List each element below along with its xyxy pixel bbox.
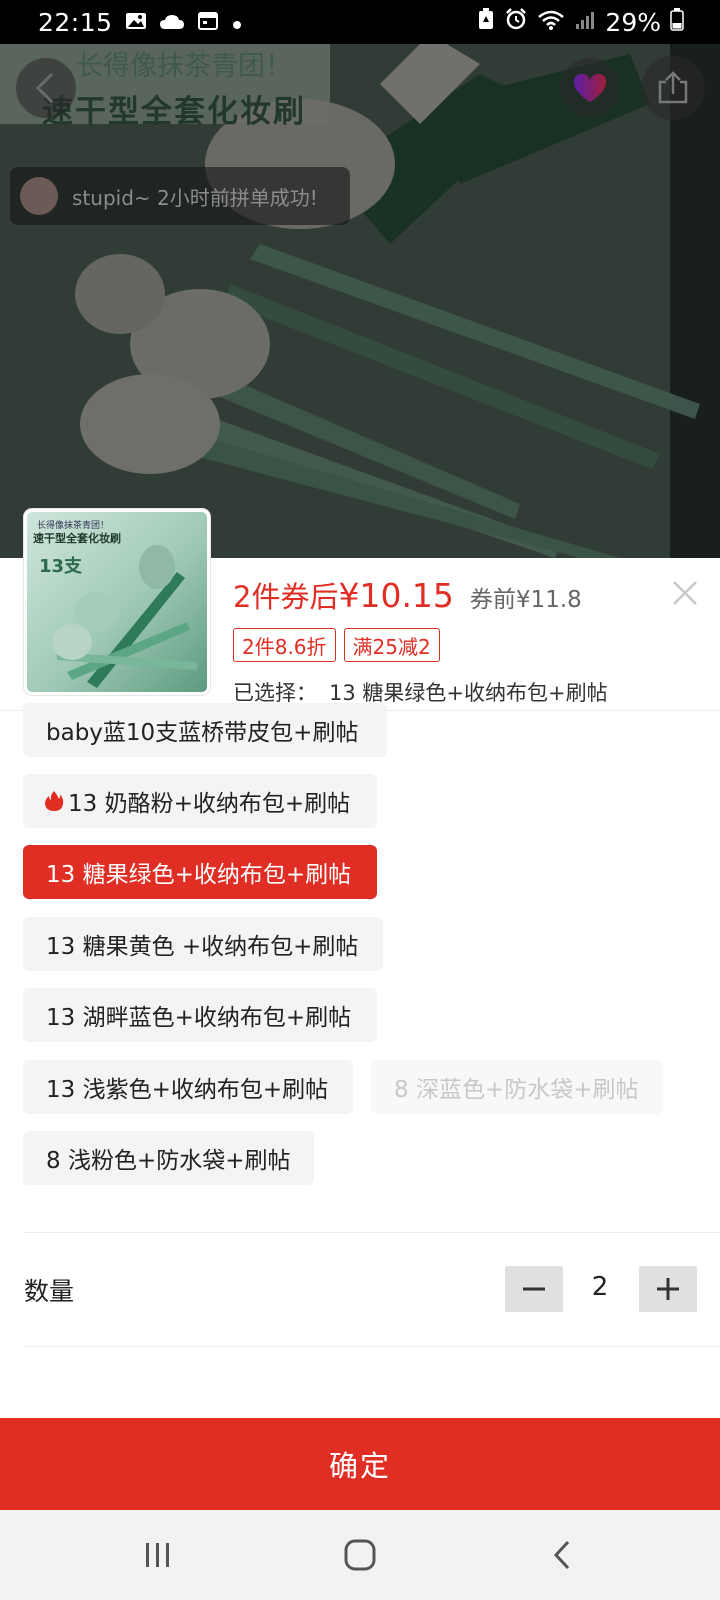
- system-nav-bar: [0, 1510, 720, 1600]
- selected-spec-label: 已选择：: [233, 681, 317, 705]
- thumbnail-image: 长得像抹茶青团！ 速干型全套化妆刷 13支: [27, 512, 207, 692]
- spec-option-disabled: 8 深蓝色+防水袋+刷帖: [371, 1060, 663, 1114]
- hero-caption-line1: 长得像抹茶青团！: [76, 51, 292, 82]
- status-bar: 22:15 29%: [0, 0, 720, 44]
- home-button[interactable]: [300, 1510, 420, 1600]
- coupon-price-amount: ¥10.15: [338, 576, 454, 615]
- spec-option-selected[interactable]: 13 糖果绿色+收纳布包+刷帖: [23, 845, 377, 899]
- coupon-price: 2件券后¥10.15: [233, 574, 454, 616]
- avatar: [20, 177, 58, 215]
- cloud-icon: [159, 8, 185, 37]
- quantity-divider: [23, 1346, 720, 1347]
- spec-option-label: 13 湖畔蓝色+收纳布包+刷帖: [46, 1005, 352, 1031]
- back-icon: [553, 1540, 570, 1570]
- heart-icon: [574, 74, 606, 102]
- promo-tag-threshold: 满25减2: [343, 628, 440, 662]
- close-icon: [673, 581, 697, 605]
- spec-option-label: baby蓝10支蓝桥带皮包+刷帖: [46, 720, 359, 746]
- toast-text: stupid~ 2小时前拼单成功!: [72, 185, 318, 210]
- quantity-value[interactable]: 2: [580, 1272, 620, 1302]
- spec-option-label: 8 深蓝色+防水袋+刷帖: [394, 1077, 639, 1103]
- price-row: 2件券后¥10.15 券前¥11.8: [233, 574, 582, 616]
- recent-apps-icon: [146, 1543, 169, 1567]
- close-button[interactable]: [668, 576, 702, 610]
- home-icon: [344, 1539, 376, 1571]
- share-icon: [658, 71, 688, 104]
- original-price: 券前¥11.8: [469, 587, 582, 613]
- back-nav-button[interactable]: [502, 1510, 622, 1600]
- coupon-price-prefix: 2件券后: [233, 580, 339, 614]
- fire-icon: [45, 791, 64, 811]
- thumbnail-brushes: [52, 545, 197, 688]
- quantity-decrement-button[interactable]: [505, 1266, 563, 1312]
- spec-option-label: 13 奶酪粉+收纳布包+刷帖: [68, 791, 351, 817]
- status-right: 29%: [477, 7, 684, 37]
- hero-caption-line2: 速干型全套化妆刷: [42, 94, 306, 130]
- dot-icon: [231, 8, 243, 37]
- back-button[interactable]: [16, 58, 76, 118]
- signal-icon: [574, 8, 596, 37]
- favorite-button[interactable]: [560, 58, 620, 118]
- spec-option[interactable]: 13 浅紫色+收纳布包+刷帖: [23, 1060, 353, 1114]
- chevron-left-icon: [35, 72, 54, 104]
- battery-percent: 29%: [605, 7, 661, 37]
- minus-icon: [523, 1287, 545, 1291]
- quantity-increment-button[interactable]: [639, 1266, 697, 1312]
- battery-saver-icon: [477, 7, 495, 37]
- status-left: 22:15: [38, 8, 243, 37]
- spec-option[interactable]: 8 浅粉色+防水袋+刷帖: [23, 1131, 314, 1185]
- options-divider: [23, 1232, 720, 1233]
- selected-spec-value: 13 糖果绿色+收纳布包+刷帖: [329, 681, 608, 705]
- spec-option[interactable]: 13 糖果黄色 +收纳布包+刷帖: [23, 917, 383, 971]
- status-time: 22:15: [38, 7, 113, 37]
- spec-option-label: 13 糖果黄色 +收纳布包+刷帖: [46, 934, 359, 960]
- wifi-icon: [537, 8, 565, 37]
- recent-apps-button[interactable]: [98, 1510, 218, 1600]
- product-thumbnail[interactable]: 长得像抹茶青团！ 速干型全套化妆刷 13支: [24, 509, 210, 695]
- spec-option[interactable]: baby蓝10支蓝桥带皮包+刷帖: [23, 703, 387, 757]
- spec-option[interactable]: 13 湖畔蓝色+收纳布包+刷帖: [23, 988, 377, 1042]
- confirm-label: 确定: [328, 1449, 391, 1483]
- confirm-button[interactable]: 确定: [0, 1418, 720, 1510]
- spec-option-label: 13 浅紫色+收纳布包+刷帖: [46, 1077, 329, 1103]
- group-buy-toast: stupid~ 2小时前拼单成功!: [10, 167, 350, 225]
- battery-icon: [670, 7, 684, 37]
- alarm-icon: [504, 7, 528, 37]
- spec-option-label: 8 浅粉色+防水袋+刷帖: [46, 1148, 291, 1174]
- calendar-icon: [197, 8, 219, 37]
- plus-icon: [657, 1278, 679, 1300]
- promo-tags: 2件8.6折 满25减2: [233, 628, 440, 662]
- product-hero-image: 长得像抹茶青团！ 速干型全套化妆刷 stupid~ 2小时前拼单成功!: [0, 44, 720, 558]
- quantity-label: 数量: [24, 1277, 75, 1306]
- share-button[interactable]: [641, 56, 705, 120]
- promo-tag-discount: 2件8.6折: [233, 628, 336, 662]
- spec-option[interactable]: 13 奶酪粉+收纳布包+刷帖: [23, 774, 377, 828]
- spec-option-label: 13 糖果绿色+收纳布包+刷帖: [46, 862, 352, 888]
- image-icon: [125, 8, 147, 37]
